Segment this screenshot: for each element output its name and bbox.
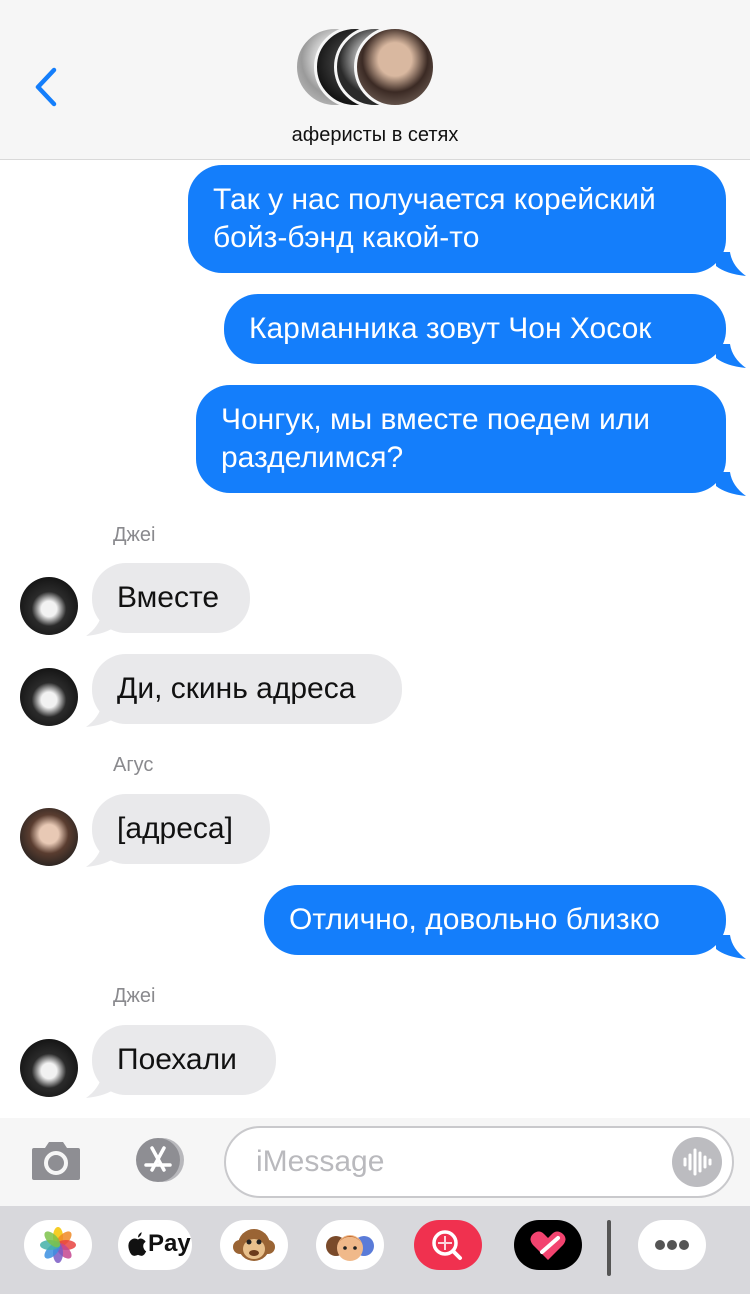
bubble-tail: [716, 472, 746, 496]
sender-name: Джеі: [113, 985, 156, 1007]
sender-avatar[interactable]: [20, 668, 78, 726]
conversation-header: аферисты в сетях: [0, 0, 750, 160]
message-text: Поехали: [117, 1043, 237, 1076]
image-search-app-button[interactable]: [414, 1220, 482, 1270]
more-icon: [655, 1240, 689, 1250]
message-text: бойз-бэнд какой-то: [213, 221, 480, 254]
group-name[interactable]: аферисты в сетях: [0, 124, 750, 147]
message-text: Так у нас получается корейский: [213, 183, 656, 216]
app-store-icon: [136, 1138, 184, 1182]
apple-pay-label: Pay: [148, 1230, 191, 1257]
app-store-button[interactable]: [126, 1136, 190, 1184]
message-input-field[interactable]: [224, 1126, 734, 1198]
bubble-tail: [716, 252, 746, 276]
sender-avatar[interactable]: [20, 577, 78, 635]
group-avatar-stack[interactable]: [294, 26, 459, 108]
memoji-icon: [326, 1235, 374, 1261]
sender-avatar[interactable]: [20, 808, 78, 866]
outgoing-message-bubble[interactable]: Отлично, довольно близко: [264, 885, 726, 955]
search-images-icon: [432, 1230, 462, 1260]
message-text: [адреса]: [117, 812, 233, 845]
memoji-app-button[interactable]: [316, 1220, 384, 1270]
apple-pay-button[interactable]: Pay: [118, 1220, 192, 1270]
incoming-message-bubble[interactable]: [адреса]: [92, 794, 270, 864]
imessage-app-drawer: Pay: [0, 1206, 750, 1294]
incoming-message-bubble[interactable]: Вместе: [92, 563, 250, 633]
message-text: Отлично, довольно близко: [289, 903, 660, 936]
group-member-avatar: [354, 26, 436, 108]
incoming-message-bubble[interactable]: Поехали: [92, 1025, 276, 1095]
digital-touch-icon: [530, 1231, 566, 1260]
chevron-left-icon: [35, 67, 57, 107]
outgoing-message-bubble[interactable]: Так у нас получается корейский бойз-бэнд…: [188, 165, 726, 273]
message-text: Карманника зовут Чон Хосок: [249, 312, 652, 345]
incoming-message-bubble[interactable]: Ди, скинь адреса: [92, 654, 402, 724]
audio-waveform-icon: [683, 1148, 712, 1176]
photos-app-button[interactable]: [24, 1220, 92, 1270]
compose-bar: [0, 1118, 750, 1206]
photos-icon: [40, 1227, 76, 1263]
message-input[interactable]: [256, 1142, 656, 1182]
monkey-memoji-icon: [233, 1229, 275, 1261]
digital-touch-app-button[interactable]: [514, 1220, 582, 1270]
message-text: разделимся?: [221, 441, 404, 474]
camera-button[interactable]: [30, 1138, 82, 1182]
more-apps-button[interactable]: [638, 1220, 706, 1270]
bubble-tail: [716, 935, 746, 959]
apple-logo-icon: [128, 1232, 147, 1256]
outgoing-message-bubble[interactable]: Чонгук, мы вместе поедем или разделимся?: [196, 385, 726, 493]
sender-name: Агус: [113, 754, 154, 776]
message-text: Чонгук, мы вместе поедем или: [221, 403, 650, 436]
sender-avatar[interactable]: [20, 1039, 78, 1097]
back-button[interactable]: [26, 62, 66, 112]
outgoing-message-bubble[interactable]: Карманника зовут Чон Хосок: [224, 294, 726, 364]
message-text: Ди, скинь адреса: [117, 672, 356, 705]
animoji-app-button[interactable]: [220, 1220, 288, 1270]
camera-icon: [32, 1142, 80, 1180]
drawer-divider: [607, 1220, 611, 1276]
sender-name: Джеі: [113, 524, 156, 546]
voice-input-button[interactable]: [672, 1137, 722, 1187]
bubble-tail: [716, 344, 746, 368]
message-text: Вместе: [117, 581, 220, 614]
